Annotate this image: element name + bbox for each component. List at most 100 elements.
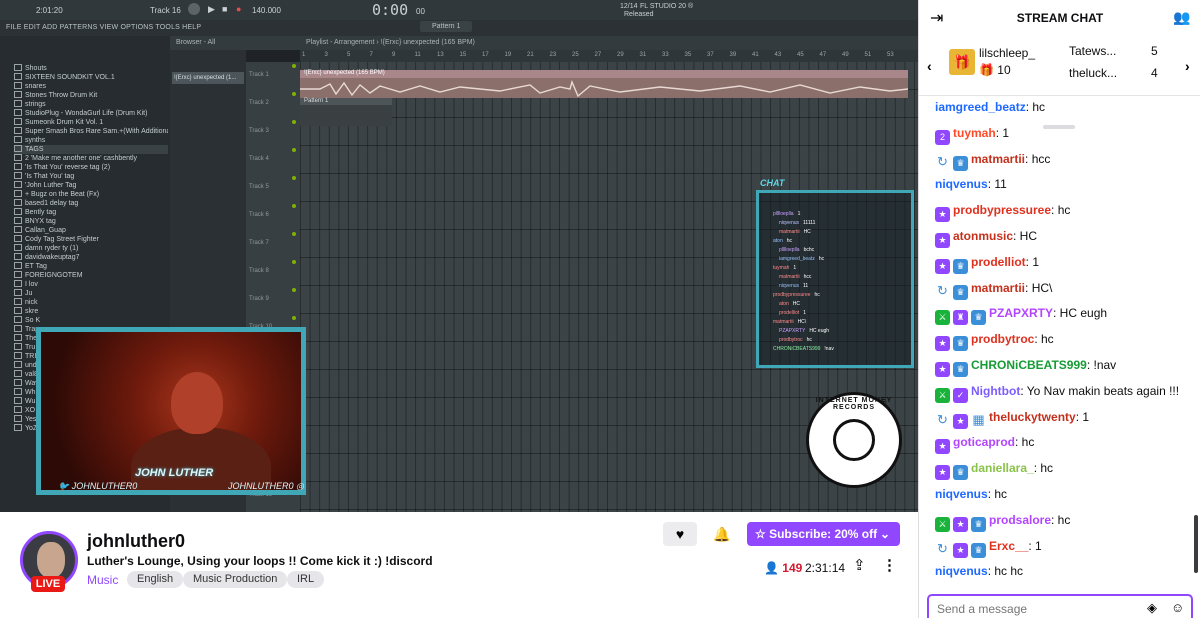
- more-options-icon[interactable]: ⋮: [882, 556, 897, 574]
- tag-irl[interactable]: IRL: [287, 571, 325, 588]
- chat-text: : 1: [995, 125, 1010, 140]
- avatar-face: [37, 542, 65, 578]
- webcam-person-head: [171, 372, 223, 434]
- chat-username[interactable]: atonmusic: [953, 229, 1013, 243]
- tag-music-production[interactable]: Music Production: [183, 571, 288, 588]
- chat-username[interactable]: niqvenus: [935, 487, 988, 501]
- follow-button[interactable]: ♥: [663, 522, 697, 546]
- chat-text: : hc: [1033, 461, 1054, 476]
- twitter-handle: 🐦 JOHNLUTHER0: [58, 481, 137, 492]
- chat-message: ⚔ ★ ♛ prodsalore: hc: [935, 513, 1070, 533]
- crown-badge-icon[interactable]: ♛: [953, 362, 968, 377]
- subscriber-badge-icon[interactable]: ★: [935, 258, 950, 274]
- overlay-chat-user: matmartii: [779, 274, 800, 280]
- notifications-button[interactable]: 🔔: [705, 522, 739, 546]
- chat-username[interactable]: prodelliot: [971, 255, 1026, 269]
- crown-badge-icon[interactable]: ♛: [953, 284, 968, 300]
- chat-input[interactable]: [937, 602, 1137, 616]
- fl-ruler-tick: 5: [347, 52, 351, 58]
- verified-badge-icon[interactable]: ✓: [953, 387, 968, 403]
- fl-browser-item: + Bugz on the Beat (Fx): [14, 190, 168, 199]
- bits-badge-icon[interactable]: ▦: [971, 412, 986, 427]
- chat-scrollbar[interactable]: [1194, 515, 1198, 573]
- subscriber-badge-icon[interactable]: ★: [935, 465, 950, 481]
- subscriber-badge-icon[interactable]: ★: [953, 542, 968, 558]
- moderator-badge-icon[interactable]: ⚔: [935, 516, 950, 532]
- chat-username[interactable]: Nightbot: [971, 384, 1020, 398]
- chat-username[interactable]: matmartii: [971, 152, 1025, 166]
- chat-username[interactable]: goticaprod: [953, 435, 1015, 449]
- fl-track-label: Track 4: [249, 156, 269, 162]
- subscriber-badge-icon[interactable]: ★: [935, 207, 950, 223]
- chat-username[interactable]: niqvenus: [935, 177, 988, 191]
- chevron-left-icon[interactable]: ‹: [927, 58, 932, 74]
- overlay-chat-msg: hc: [786, 238, 793, 244]
- chat-username[interactable]: prodsalore: [989, 513, 1051, 527]
- chat-username[interactable]: daniellara_: [971, 461, 1034, 475]
- chat-username[interactable]: CHRONiCBEATS999: [971, 358, 1087, 372]
- founder-badge-icon[interactable]: ↻: [935, 412, 950, 427]
- fl-browser-item: Super Smash Bros Rare Sam.+(With Additio…: [14, 127, 168, 136]
- chat-username[interactable]: matmartii: [971, 281, 1025, 295]
- streamer-name[interactable]: johnluther0: [87, 531, 185, 552]
- moderator-badge-icon[interactable]: ⚔: [935, 387, 950, 403]
- fl-studio-toolbar: 2:01:20 Track 16 ▶ ■ ● 140.000 0:00 00 1…: [0, 0, 918, 20]
- fl-browser-item: I lov: [14, 280, 168, 289]
- chat-username[interactable]: prodbytroc: [971, 332, 1034, 346]
- chat-username[interactable]: niqvenus: [935, 564, 988, 578]
- video-player[interactable]: 2:01:20 Track 16 ▶ ■ ● 140.000 0:00 00 1…: [0, 0, 918, 512]
- fl-ruler-tick: 15: [459, 52, 467, 58]
- community-icon[interactable]: 👥: [1173, 9, 1190, 26]
- gifter-1-name[interactable]: lilschleep_: [979, 46, 1035, 60]
- chat-username[interactable]: theluckytwenty: [989, 410, 1076, 424]
- fl-browser-item: Sumeonk Drum Kit Vol. 1: [14, 118, 168, 127]
- crown-badge-icon[interactable]: ♛: [971, 516, 986, 532]
- subscriber-badge-icon[interactable]: ★: [953, 413, 968, 429]
- fl-browser-item: Shouts: [14, 64, 168, 73]
- emote-icon[interactable]: ☺: [1171, 600, 1184, 615]
- tag-english[interactable]: English: [127, 571, 184, 588]
- founder-badge-icon[interactable]: ↻: [935, 154, 950, 169]
- subscriber-badge-icon[interactable]: ★: [953, 516, 968, 532]
- fl-track-mute-dot: [292, 232, 296, 236]
- fl-browser-item: Stones Throw Drum Kit: [14, 91, 168, 100]
- fl-ruler-tick: 45: [797, 52, 804, 58]
- chat-input-box[interactable]: ◈ ☺: [927, 594, 1193, 618]
- share-icon[interactable]: ⇪: [853, 556, 866, 574]
- crown-badge-icon[interactable]: ♛: [971, 542, 986, 558]
- chevron-right-icon[interactable]: ›: [1185, 58, 1190, 74]
- crown-badge-icon[interactable]: ♛: [953, 258, 968, 274]
- fl-track-mute-dot: [292, 204, 296, 208]
- fl-playlist-path: Playlist - Arrangement › !{Erxc} unexpec…: [306, 39, 475, 46]
- chat-username[interactable]: iamgreed_beatz: [935, 100, 1026, 114]
- gifter-2-name[interactable]: Tatews...: [1069, 44, 1116, 58]
- founder-badge-icon[interactable]: ↻: [935, 283, 950, 298]
- crown-badge-icon[interactable]: ♛: [971, 310, 986, 326]
- stream-category[interactable]: Music: [87, 573, 118, 587]
- subscriber-badge-icon[interactable]: ★: [935, 233, 950, 248]
- fl-browser-item: StudioPlug - WondaGurl Life (Drum Kit): [14, 109, 168, 118]
- crown-badge-icon[interactable]: ♛: [953, 155, 968, 171]
- chat-username[interactable]: prodbypressuree: [953, 203, 1051, 217]
- fl-record-icon: ●: [236, 4, 242, 14]
- sub-gifter-badge-icon[interactable]: 2: [935, 129, 950, 145]
- fl-ruler-tick: 13: [437, 52, 444, 58]
- gifter-3-name[interactable]: theluck...: [1069, 66, 1117, 80]
- chat-username[interactable]: PZAPXRTY: [989, 306, 1053, 320]
- fl-ruler-tick: 49: [842, 52, 849, 58]
- chat-username[interactable]: Erxc__: [989, 539, 1028, 553]
- overlay-chat-user: aton: [779, 301, 789, 307]
- bits-icon[interactable]: ◈: [1147, 600, 1157, 616]
- gift-icon: 🎁: [979, 63, 994, 77]
- subscribe-button[interactable]: ☆ Subscribe: 20% off ⌄: [747, 522, 900, 546]
- chat-username[interactable]: tuymah: [953, 126, 996, 140]
- stream-info-bar: LIVE johnluther0 Luther's Lounge, Using …: [0, 512, 918, 618]
- moderator-badge-icon[interactable]: ⚔: [935, 310, 950, 326]
- subscriber-badge-icon[interactable]: ★: [935, 336, 950, 352]
- subscriber-badge-icon[interactable]: ★: [935, 362, 950, 377]
- subscriber-badge-icon[interactable]: ★: [935, 439, 950, 455]
- prime-badge-icon[interactable]: ♜: [953, 310, 968, 326]
- crown-badge-icon[interactable]: ♛: [953, 465, 968, 481]
- founder-badge-icon[interactable]: ↻: [935, 541, 950, 556]
- crown-badge-icon[interactable]: ♛: [953, 336, 968, 352]
